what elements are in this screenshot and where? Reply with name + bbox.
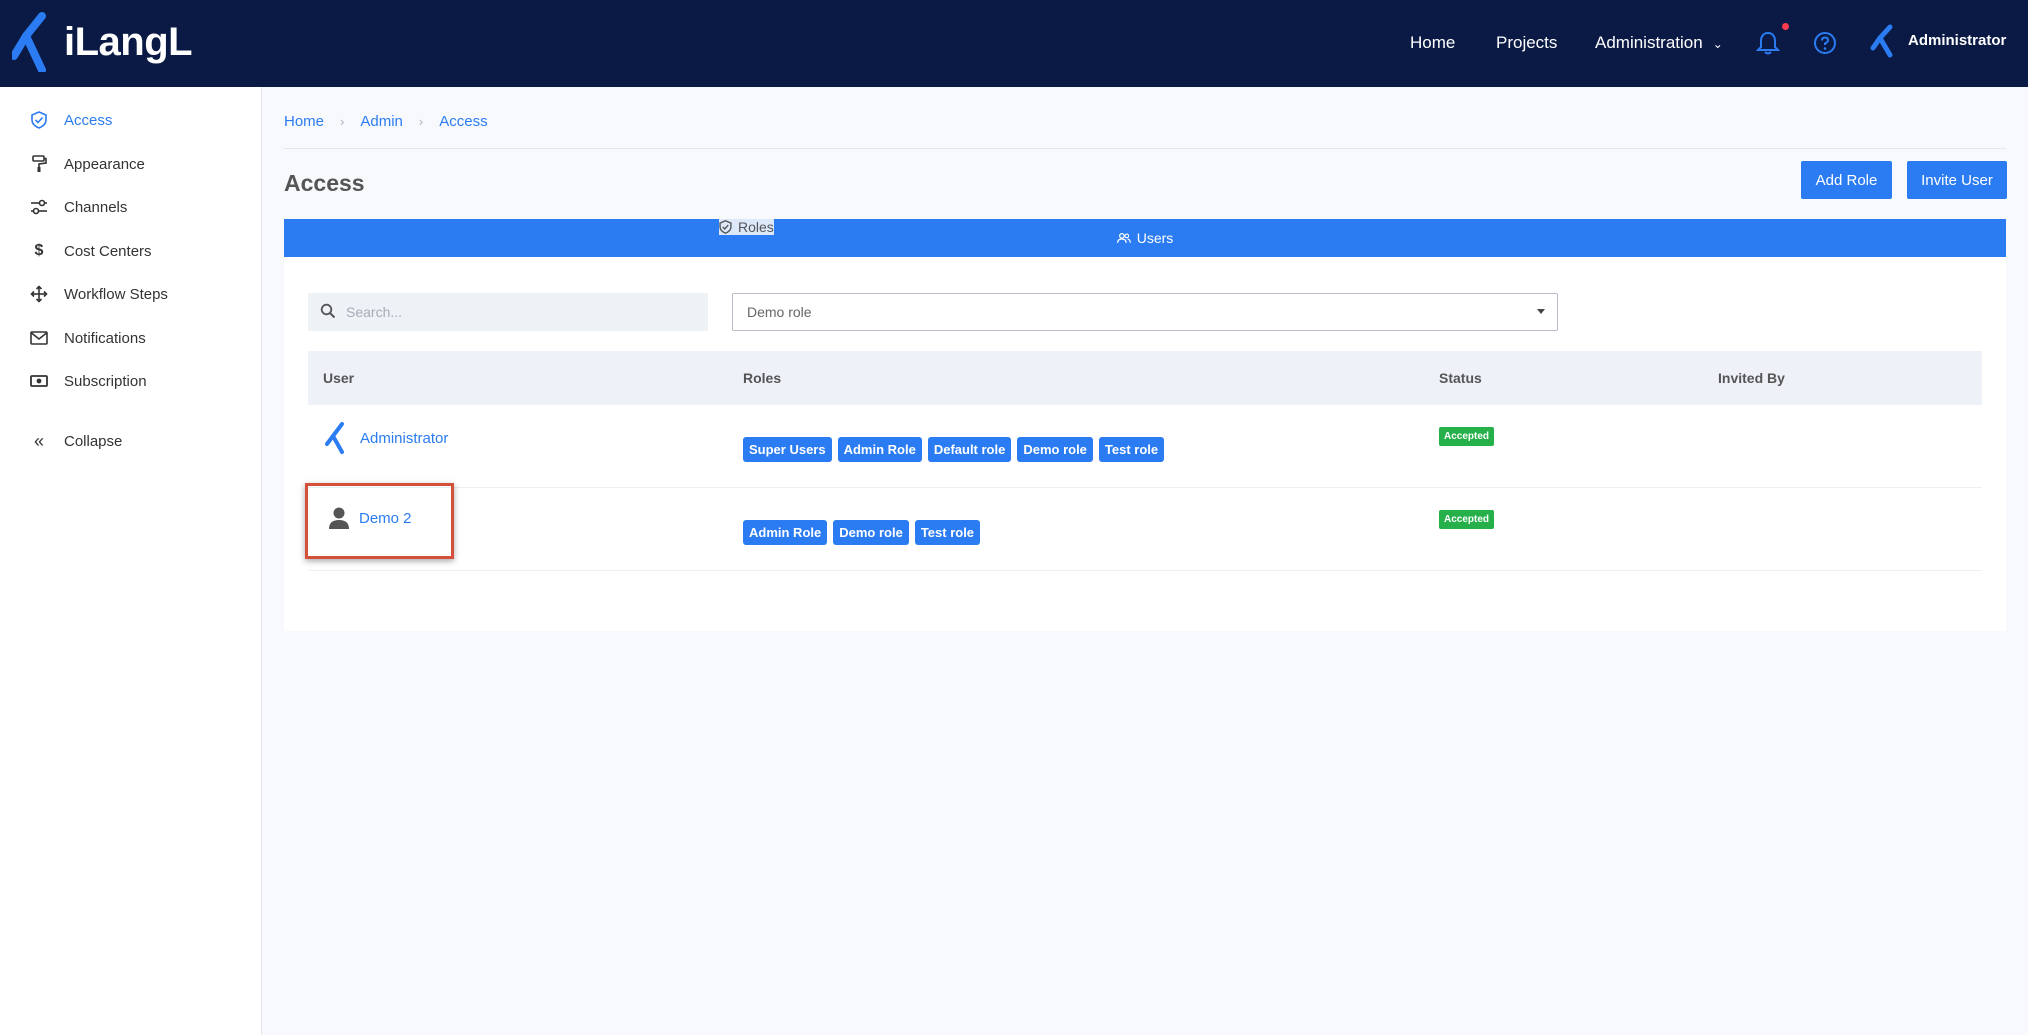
breadcrumb-admin[interactable]: Admin — [360, 113, 403, 130]
column-header-status[interactable]: Status — [1439, 370, 1482, 386]
top-bar: iLangL Home Projects Administration ⌄ Adm… — [0, 0, 2028, 87]
highlight-box — [305, 483, 454, 559]
collapse-label: Collapse — [64, 432, 123, 450]
roles-list: Admin Role Demo role Test role — [743, 520, 986, 545]
search-icon — [320, 303, 336, 319]
help-icon[interactable] — [1813, 31, 1837, 55]
sidebar-collapse[interactable]: « Collapse — [0, 426, 262, 456]
breadcrumb-separator-icon: › — [418, 114, 424, 129]
nav-projects[interactable]: Projects — [1496, 33, 1557, 53]
sidebar: Access Appearance Channels $ Cost Center… — [0, 87, 262, 1035]
roles-list: Super Users Admin Role Default role Demo… — [743, 437, 1170, 462]
role-badge: Default role — [927, 437, 1012, 462]
tab-roles[interactable]: Roles — [719, 219, 774, 235]
breadcrumb-home[interactable]: Home — [284, 113, 324, 130]
search-box — [308, 293, 708, 331]
notification-dot — [1782, 23, 1789, 30]
move-arrows-icon — [30, 285, 48, 303]
tab-users[interactable]: Users — [284, 219, 2006, 257]
bell-icon[interactable] — [1756, 30, 1780, 56]
users-panel: Demo role User Roles Status Invited By A… — [284, 257, 2006, 631]
sidebar-item-subscription[interactable]: Subscription — [0, 366, 262, 396]
users-icon — [1116, 233, 1131, 243]
role-badge: Test role — [914, 520, 981, 545]
search-input[interactable] — [346, 293, 696, 331]
user-avatar-icon — [325, 422, 344, 454]
role-badge: Admin Role — [743, 520, 828, 545]
table-row[interactable]: Demo 2 Admin Role Demo role Test role Ac… — [308, 488, 1982, 571]
user-menu[interactable]: Administrator — [1908, 32, 2006, 49]
dollar-icon: $ — [34, 242, 44, 259]
table-header: User Roles Status Invited By — [308, 351, 1982, 405]
status-badge: Accepted — [1439, 510, 1495, 529]
role-badge: Super Users — [743, 437, 832, 462]
double-chevron-left-icon: « — [33, 430, 44, 451]
logo-text: iLangL — [64, 19, 193, 64]
sidebar-item-channels[interactable]: Channels — [0, 192, 262, 222]
sidebar-item-label: Appearance — [64, 155, 145, 173]
sidebar-item-notifications[interactable]: Notifications — [0, 323, 262, 353]
shield-check-icon — [30, 111, 48, 129]
role-badge: Admin Role — [837, 437, 922, 462]
paint-roller-icon — [30, 155, 48, 173]
user-cell: Administrator — [324, 421, 448, 455]
tab-users-label: Users — [1136, 230, 1174, 246]
sidebar-item-cost-centers[interactable]: $ Cost Centers — [0, 236, 262, 266]
sidebar-item-workflow-steps[interactable]: Workflow Steps — [0, 279, 262, 309]
role-filter-value: Demo role — [747, 304, 812, 320]
sidebar-item-label: Workflow Steps — [64, 285, 168, 303]
nav-administration[interactable]: Administration ⌄ — [1595, 33, 1723, 53]
column-header-user[interactable]: User — [323, 370, 354, 386]
sidebar-item-label: Access — [64, 111, 113, 129]
sidebar-item-label: Channels — [64, 198, 128, 216]
sidebar-item-label: Notifications — [64, 329, 146, 347]
role-badge: Test role — [1098, 437, 1165, 462]
logo-icon — [12, 12, 46, 72]
nav-home[interactable]: Home — [1410, 33, 1455, 53]
breadcrumb-separator-icon: › — [340, 114, 345, 129]
page-title: Access — [284, 170, 365, 196]
breadcrumb-divider — [284, 148, 2006, 149]
chevron-down-icon: ⌄ — [1712, 36, 1723, 51]
role-badge: Demo role — [833, 520, 909, 545]
access-tabs: Roles Users — [284, 219, 2006, 257]
breadcrumb: Home › Admin › Access — [284, 113, 488, 130]
invite-user-button[interactable]: Invite User — [1907, 161, 2007, 199]
nav-administration-label: Administration — [1595, 33, 1703, 52]
breadcrumb-access[interactable]: Access — [439, 113, 487, 130]
shield-check-icon — [719, 220, 732, 234]
add-role-button[interactable]: Add Role — [1801, 161, 1892, 199]
money-bill-icon — [30, 372, 48, 390]
status-badge: Accepted — [1439, 427, 1495, 446]
sliders-icon — [30, 198, 48, 216]
role-filter-select[interactable]: Demo role — [732, 293, 1558, 331]
sidebar-item-label: Subscription — [64, 372, 147, 390]
role-badge: Demo role — [1017, 437, 1093, 462]
column-header-invited-by[interactable]: Invited By — [1718, 370, 1785, 386]
tab-roles-label: Roles — [738, 219, 774, 235]
column-header-roles[interactable]: Roles — [743, 370, 781, 386]
table-row[interactable]: Administrator Super Users Admin Role Def… — [308, 405, 1982, 488]
user-avatar-icon[interactable] — [1870, 24, 1898, 58]
envelope-icon — [30, 329, 48, 347]
sidebar-item-access[interactable]: Access — [0, 105, 262, 135]
app-logo[interactable]: iLangL — [12, 12, 193, 72]
user-name-link[interactable]: Administrator — [360, 430, 448, 447]
sidebar-item-label: Cost Centers — [64, 242, 152, 260]
sidebar-item-appearance[interactable]: Appearance — [0, 149, 262, 179]
caret-down-icon — [1537, 309, 1545, 314]
